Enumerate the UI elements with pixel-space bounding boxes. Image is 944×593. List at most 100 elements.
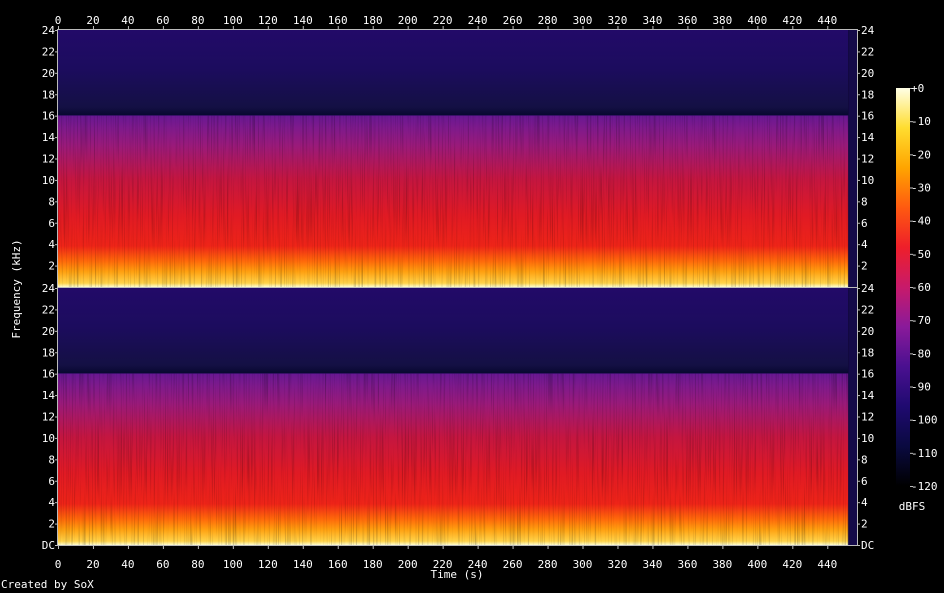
- y-tick-label-left: 24: [42, 24, 56, 37]
- spectrogram-texture: [58, 373, 849, 545]
- y-tick-label-right: 6: [861, 217, 868, 230]
- x-tick-label-top: 60: [156, 14, 169, 27]
- x-tick-label-bottom: 80: [191, 558, 204, 571]
- colorbar-tick-label: -100: [911, 414, 938, 427]
- x-tick-label-top: 260: [503, 14, 523, 27]
- spectrogram-chart: 24 2422 2220 2018 1816 1614 1412 1210 108 86 64 42 2…: [10, 14, 938, 581]
- channel-1-spectrogram: [58, 30, 857, 288]
- x-tick-label-top: 420: [782, 14, 802, 27]
- y-tick-label-left: 22: [42, 45, 55, 58]
- x-tick-label-top: 320: [608, 14, 628, 27]
- y-tick-label-left: 16: [42, 368, 55, 381]
- x-tick-label-bottom: 180: [363, 558, 383, 571]
- y-tick-label-left: 14: [42, 389, 56, 402]
- colorbar-label: dBFS: [899, 500, 926, 513]
- y-tick-label-left: 6: [48, 217, 55, 230]
- y-tick-label-left: 18: [42, 88, 55, 101]
- y-tick-label-left: DC: [42, 539, 55, 552]
- y-tick-label-right: 24: [861, 24, 875, 37]
- colorbar-scale: [896, 88, 910, 486]
- x-tick-label-top: 0: [55, 14, 62, 27]
- y-tick-label-right: 14: [861, 131, 875, 144]
- colorbar-tick-label: -30: [911, 182, 931, 195]
- y-tick-label-right: 22: [861, 303, 874, 316]
- y-tick-label-right: 8: [861, 453, 868, 466]
- colorbar-tick-label: -50: [911, 248, 931, 261]
- spectrogram-tail: [848, 288, 857, 545]
- y-tick-label-right: 24: [861, 282, 875, 295]
- y-tick-label-left: 12: [42, 411, 55, 424]
- x-tick-label-bottom: 0: [55, 558, 62, 571]
- y-tick-label-left: 12: [42, 153, 55, 166]
- x-axis-label: Time (s): [431, 568, 484, 581]
- x-tick-label-top: 200: [398, 14, 418, 27]
- y-tick-label-left: 10: [42, 174, 55, 187]
- y-tick-label-left: 2: [48, 260, 55, 273]
- x-tick-label-bottom: 20: [86, 558, 99, 571]
- y-tick-label-right: 22: [861, 45, 874, 58]
- colorbar-tick-label: +0: [911, 82, 924, 95]
- x-tick-label-top: 20: [86, 14, 99, 27]
- y-tick-label-right: 4: [861, 238, 868, 251]
- y-tick-label-right: 14: [861, 389, 875, 402]
- y-tick-label-left: 2: [48, 518, 55, 531]
- y-tick-label-right: 16: [861, 110, 874, 123]
- x-tick-label-top: 400: [747, 14, 767, 27]
- y-tick-label-left: 4: [48, 496, 55, 509]
- y-tick-label-right: 2: [861, 518, 868, 531]
- x-tick-label-bottom: 280: [538, 558, 558, 571]
- y-tick-label-right: 12: [861, 153, 874, 166]
- spectrogram-texture: [58, 115, 849, 288]
- colorbar-tick-label: -60: [911, 281, 931, 294]
- y-tick-label-right: 16: [861, 368, 874, 381]
- x-tick-label-bottom: 160: [328, 558, 348, 571]
- y-tick-label-left: 14: [42, 131, 56, 144]
- x-tick-label-bottom: 260: [503, 558, 523, 571]
- y-tick-label-left: 16: [42, 110, 55, 123]
- colorbar-tick-label: -80: [911, 347, 931, 360]
- x-tick-label-top: 100: [223, 14, 243, 27]
- y-tick-label-right: DC: [861, 539, 874, 552]
- x-tick-label-bottom: 140: [293, 558, 313, 571]
- x-tick-label-bottom: 420: [782, 558, 802, 571]
- y-tick-label-right: 20: [861, 67, 874, 80]
- x-tick-label-top: 80: [191, 14, 204, 27]
- y-tick-label-left: 6: [48, 475, 55, 488]
- x-tick-label-bottom: 120: [258, 558, 278, 571]
- x-tick-label-bottom: 60: [156, 558, 169, 571]
- colorbar-tick-label: -10: [911, 115, 931, 128]
- x-tick-label-top: 240: [468, 14, 488, 27]
- x-tick-label-top: 160: [328, 14, 348, 27]
- y-tick-label-right: 8: [861, 195, 868, 208]
- x-tick-label-bottom: 360: [677, 558, 697, 571]
- x-tick-label-bottom: 440: [817, 558, 837, 571]
- x-tick-label-top: 120: [258, 14, 278, 27]
- y-tick-label-right: 18: [861, 346, 874, 359]
- colorbar-tick-label: -20: [911, 148, 931, 161]
- x-tick-label-bottom: 320: [608, 558, 628, 571]
- x-tick-label-bottom: 200: [398, 558, 418, 571]
- y-tick-label-left: 22: [42, 303, 55, 316]
- x-tick-label-top: 360: [677, 14, 697, 27]
- x-tick-label-top: 220: [433, 14, 453, 27]
- x-tick-label-top: 180: [363, 14, 383, 27]
- x-tick-label-bottom: 100: [223, 558, 243, 571]
- x-tick-label-bottom: 340: [643, 558, 663, 571]
- spectrogram-tail: [848, 30, 857, 287]
- y-tick-label-left: 20: [42, 67, 55, 80]
- y-tick-label-right: 10: [861, 432, 874, 445]
- colorbar-tick-label: -120: [911, 480, 938, 493]
- y-tick-label-left: 4: [48, 238, 55, 251]
- y-tick-label-right: 20: [861, 325, 874, 338]
- colorbar-tick-label: -110: [911, 447, 938, 460]
- y-tick-label-right: 18: [861, 88, 874, 101]
- x-tick-label-bottom: 300: [573, 558, 593, 571]
- y-tick-label-right: 2: [861, 260, 868, 273]
- y-tick-label-right: 4: [861, 496, 868, 509]
- y-tick-label-right: 6: [861, 475, 868, 488]
- x-tick-label-top: 140: [293, 14, 313, 27]
- x-tick-label-top: 380: [712, 14, 732, 27]
- y-tick-label-right: 10: [861, 174, 874, 187]
- x-tick-label-top: 300: [573, 14, 593, 27]
- x-tick-label-bottom: 40: [121, 558, 134, 571]
